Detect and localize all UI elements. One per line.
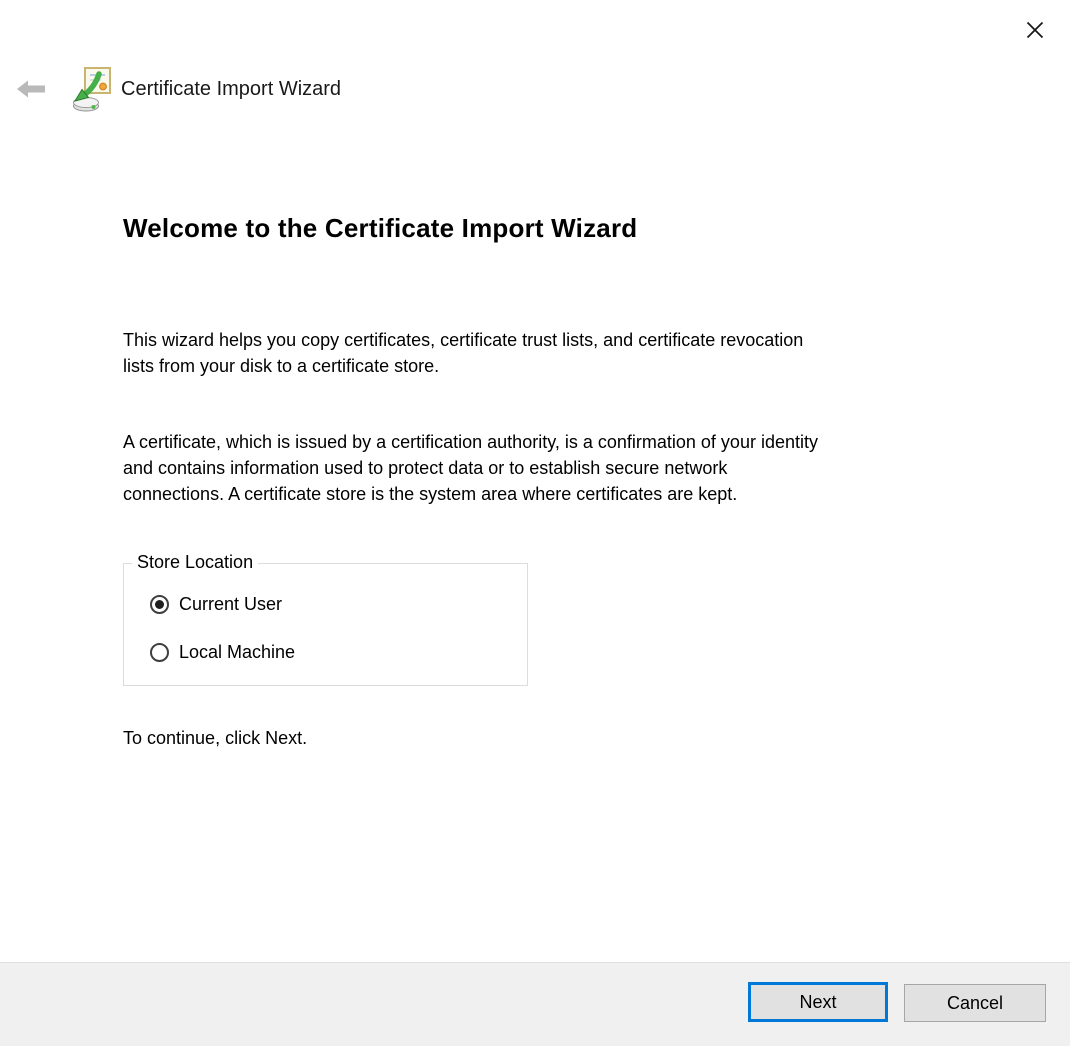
page-title: Welcome to the Certificate Import Wizard [123, 213, 638, 243]
back-arrow-icon [14, 76, 48, 102]
radio-unselected-icon[interactable] [150, 643, 169, 662]
close-icon [1023, 18, 1047, 42]
radio-local-machine-label: Local Machine [179, 642, 296, 662]
certificate-import-icon [72, 65, 112, 113]
instruction-text: To continue, click Next. [123, 728, 308, 748]
radio-current-user-label: Current User [179, 594, 283, 614]
certificate-import-wizard-window: Certificate Import Wizard Welcome to the… [0, 0, 1070, 1046]
cancel-button[interactable]: Cancel [904, 984, 1046, 1022]
radio-option-current-user[interactable]: Current User [150, 594, 282, 615]
next-button[interactable]: Next [748, 982, 888, 1022]
close-button[interactable] [1016, 14, 1054, 46]
intro-paragraph: This wizard helps you copy certificates,… [123, 330, 804, 376]
back-button[interactable] [14, 76, 48, 102]
window-title: Certificate Import Wizard [121, 77, 342, 100]
store-location-group: Store Location Current User Local Machin… [123, 552, 528, 686]
store-location-group-label: Store Location [132, 552, 259, 573]
radio-option-local-machine[interactable]: Local Machine [150, 642, 295, 663]
wizard-header: Certificate Import Wizard [14, 64, 341, 114]
footer-bar: Next Cancel [0, 962, 1070, 1046]
description-paragraph: A certificate, which is issued by a cert… [123, 432, 818, 504]
radio-selected-icon[interactable] [150, 595, 169, 614]
